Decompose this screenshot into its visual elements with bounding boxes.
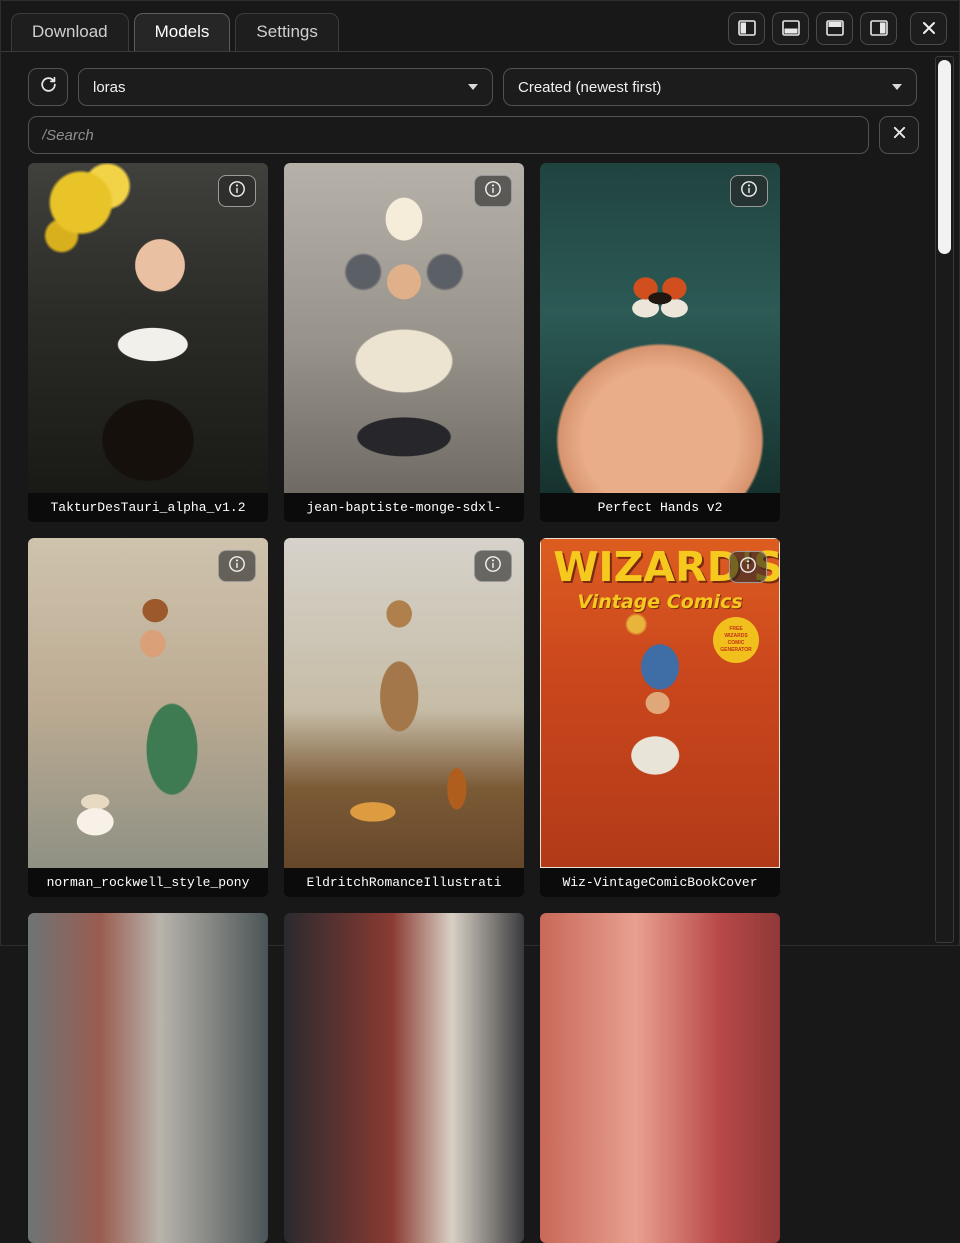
tab-settings[interactable]: Settings — [235, 13, 338, 51]
comic-badge: FREE WIZARDS COMIC GENERATOR — [713, 617, 759, 663]
tabs-group: Download Models Settings — [11, 13, 344, 51]
chevron-down-icon — [468, 84, 478, 90]
model-card[interactable]: TakturDesTauri_alpha_v1.2 — [28, 163, 268, 522]
model-thumbnail — [284, 163, 524, 493]
dock-top-icon — [826, 20, 844, 36]
split-right-button[interactable] — [860, 12, 897, 45]
model-name: norman_rockwell_style_pony — [28, 868, 268, 897]
dock-top-button[interactable] — [816, 12, 853, 45]
model-card[interactable]: Perfect Hands v2 — [540, 163, 780, 522]
model-card[interactable] — [284, 913, 524, 1243]
info-button[interactable] — [474, 550, 512, 582]
info-icon — [484, 180, 502, 203]
model-thumbnail — [540, 913, 780, 1243]
scrollbar-track[interactable] — [935, 56, 954, 943]
model-name: jean-baptiste-monge-sdxl- — [284, 493, 524, 522]
info-icon — [740, 180, 758, 203]
tab-download[interactable]: Download — [11, 13, 129, 51]
tab-models[interactable]: Models — [134, 13, 231, 51]
model-type-select[interactable]: loras — [78, 68, 493, 106]
split-left-icon — [738, 20, 756, 36]
info-icon — [228, 555, 246, 578]
model-card[interactable]: jean-baptiste-monge-sdxl- — [284, 163, 524, 522]
info-icon — [228, 180, 246, 203]
model-thumbnail: WIZARD'S Vintage Comics FREE WIZARDS COM… — [540, 538, 780, 868]
models-toolbar: loras Created (newest first) — [28, 68, 943, 106]
search-row — [28, 116, 943, 154]
model-type-value: loras — [93, 79, 126, 96]
refresh-button[interactable] — [28, 68, 68, 106]
window-controls — [728, 12, 947, 45]
model-thumbnail — [540, 163, 780, 493]
model-thumbnail — [284, 538, 524, 868]
model-card[interactable]: EldritchRomanceIllustrati — [284, 538, 524, 897]
model-thumbnail — [28, 163, 268, 493]
info-button[interactable] — [474, 175, 512, 207]
info-button[interactable] — [730, 175, 768, 207]
clear-icon — [892, 125, 907, 145]
model-name: EldritchRomanceIllustrati — [284, 868, 524, 897]
model-name: Perfect Hands v2 — [540, 493, 780, 522]
model-thumbnail — [28, 913, 268, 1243]
model-thumbnail — [28, 538, 268, 868]
clear-search-button[interactable] — [879, 116, 919, 154]
close-icon — [921, 20, 937, 36]
split-right-icon — [870, 20, 888, 36]
model-card[interactable]: norman_rockwell_style_pony — [28, 538, 268, 897]
model-card[interactable]: WIZARD'S Vintage Comics FREE WIZARDS COM… — [540, 538, 780, 897]
dock-bottom-button[interactable] — [772, 12, 809, 45]
sort-value: Created (newest first) — [518, 79, 661, 96]
model-card[interactable] — [540, 913, 780, 1243]
info-button[interactable] — [218, 550, 256, 582]
split-left-button[interactable] — [728, 12, 765, 45]
tab-bar: Download Models Settings — [1, 1, 959, 52]
info-icon — [484, 555, 502, 578]
info-button[interactable] — [218, 175, 256, 207]
model-grid: TakturDesTauri_alpha_v1.2 jean-baptiste-… — [28, 163, 959, 1243]
dock-bottom-icon — [782, 20, 800, 36]
model-thumbnail — [284, 913, 524, 1243]
app-window: { "tabs": [ { "label": "Download", "acti… — [0, 0, 960, 946]
model-name: Wiz-VintageComicBookCover — [540, 868, 780, 897]
model-name: TakturDesTauri_alpha_v1.2 — [28, 493, 268, 522]
model-card[interactable] — [28, 913, 268, 1243]
chevron-down-icon — [892, 84, 902, 90]
info-button[interactable] — [729, 551, 767, 583]
scrollbar-thumb[interactable] — [938, 60, 951, 254]
info-icon — [739, 556, 757, 579]
sort-select[interactable]: Created (newest first) — [503, 68, 917, 106]
comic-subtitle-text: Vintage Comics — [541, 591, 779, 613]
refresh-icon — [39, 75, 58, 99]
close-button[interactable] — [910, 12, 947, 45]
search-input[interactable] — [28, 116, 869, 154]
